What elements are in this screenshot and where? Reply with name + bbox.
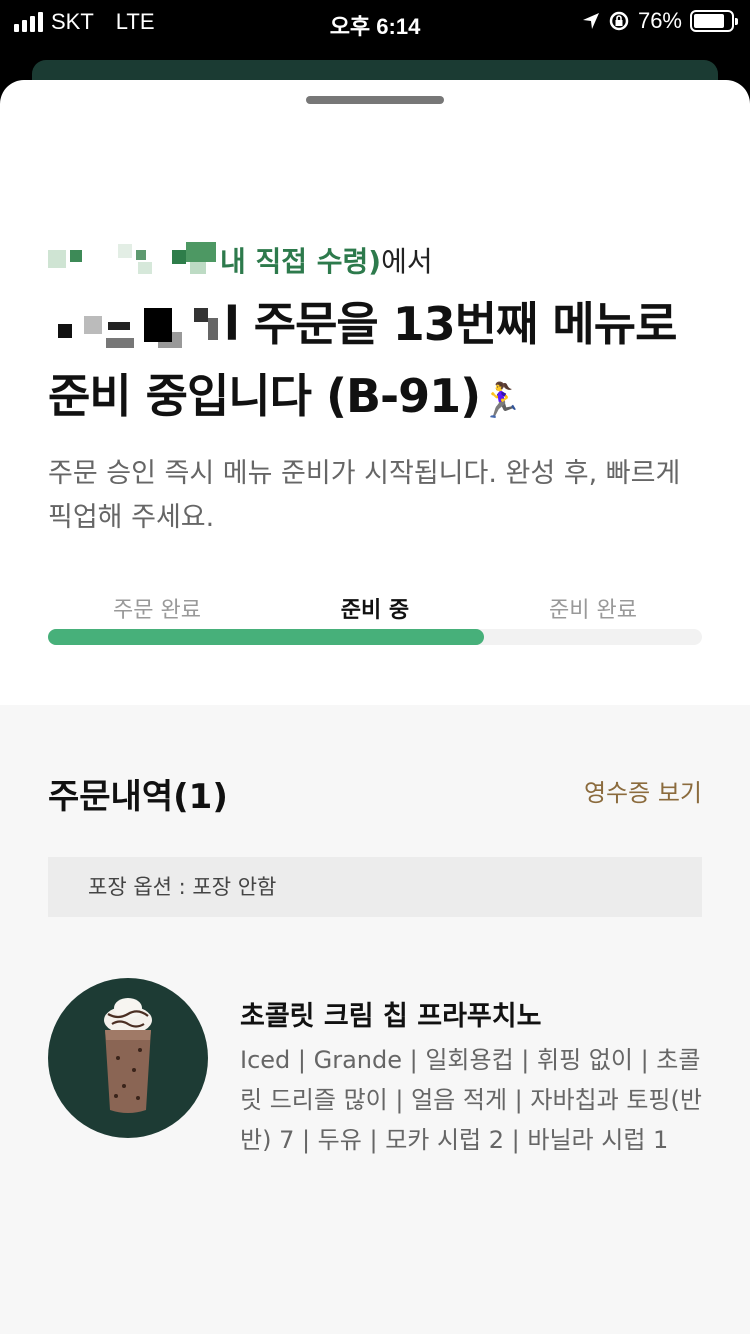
progress-track (48, 629, 702, 645)
step-ready: 준비 완료 (549, 598, 637, 623)
step-preparing: 준비 중 (340, 598, 410, 623)
order-status-title: l 주문을 13번째 메뉴로 준비 중입니다 (B-91)🏃‍♀️ (48, 288, 688, 437)
pixelated-customer-name (48, 302, 224, 350)
progress-steps: 주문 완료 준비 중 준비 완료 (48, 592, 702, 623)
battery-percent: 76% (637, 8, 682, 33)
frappuccino-icon (104, 998, 152, 1113)
store-suffix: 내 직접 수령) (220, 245, 382, 278)
order-status-sheet: 내 직접 수령) 에서 l 주문을 13번째 메뉴로 준비 중입니다 (B-91… (0, 80, 750, 1334)
sheet-grabber[interactable] (306, 96, 444, 104)
status-description: 주문 승인 즉시 메뉴 준비가 시작됩니다. 완성 후, 빠르게 픽업해 주세요… (48, 458, 681, 533)
view-receipt-link[interactable]: 영수증 보기 (584, 773, 702, 808)
pixelated-store-name (48, 242, 218, 278)
battery-icon (690, 10, 738, 32)
packaging-option: 포장 옵션 : 포장 안함 (48, 857, 702, 917)
status-bar: SKT LTE 오후 6:14 76% (0, 0, 750, 44)
progress-fill (48, 629, 485, 645)
store-suffix-after: 에서 (381, 245, 433, 278)
order-history-section: 주문내역(1) 영수증 보기 포장 옵션 : 포장 안함 초콜릿 크림 칩 프라… (0, 705, 750, 1334)
rotation-lock-icon (609, 11, 629, 31)
order-history-title: 주문내역(1) (48, 777, 228, 817)
step-order-complete: 주문 완료 (113, 598, 201, 623)
runner-emoji: 🏃‍♀️ (480, 381, 522, 421)
item-options: Iced | Grande | 일회용컵 | 휘핑 없이 | 초콜릿 드리즐 많… (240, 1046, 702, 1154)
location-arrow-icon (582, 13, 599, 29)
item-name: 초콜릿 크림 칩 프라푸치노 (240, 1001, 542, 1032)
order-item: 초콜릿 크림 칩 프라푸치노 Iced | Grande | 일회용컵 | 휘핑… (48, 978, 702, 1178)
store-line: 내 직접 수령) 에서 (48, 240, 433, 280)
drink-image (48, 978, 208, 1138)
